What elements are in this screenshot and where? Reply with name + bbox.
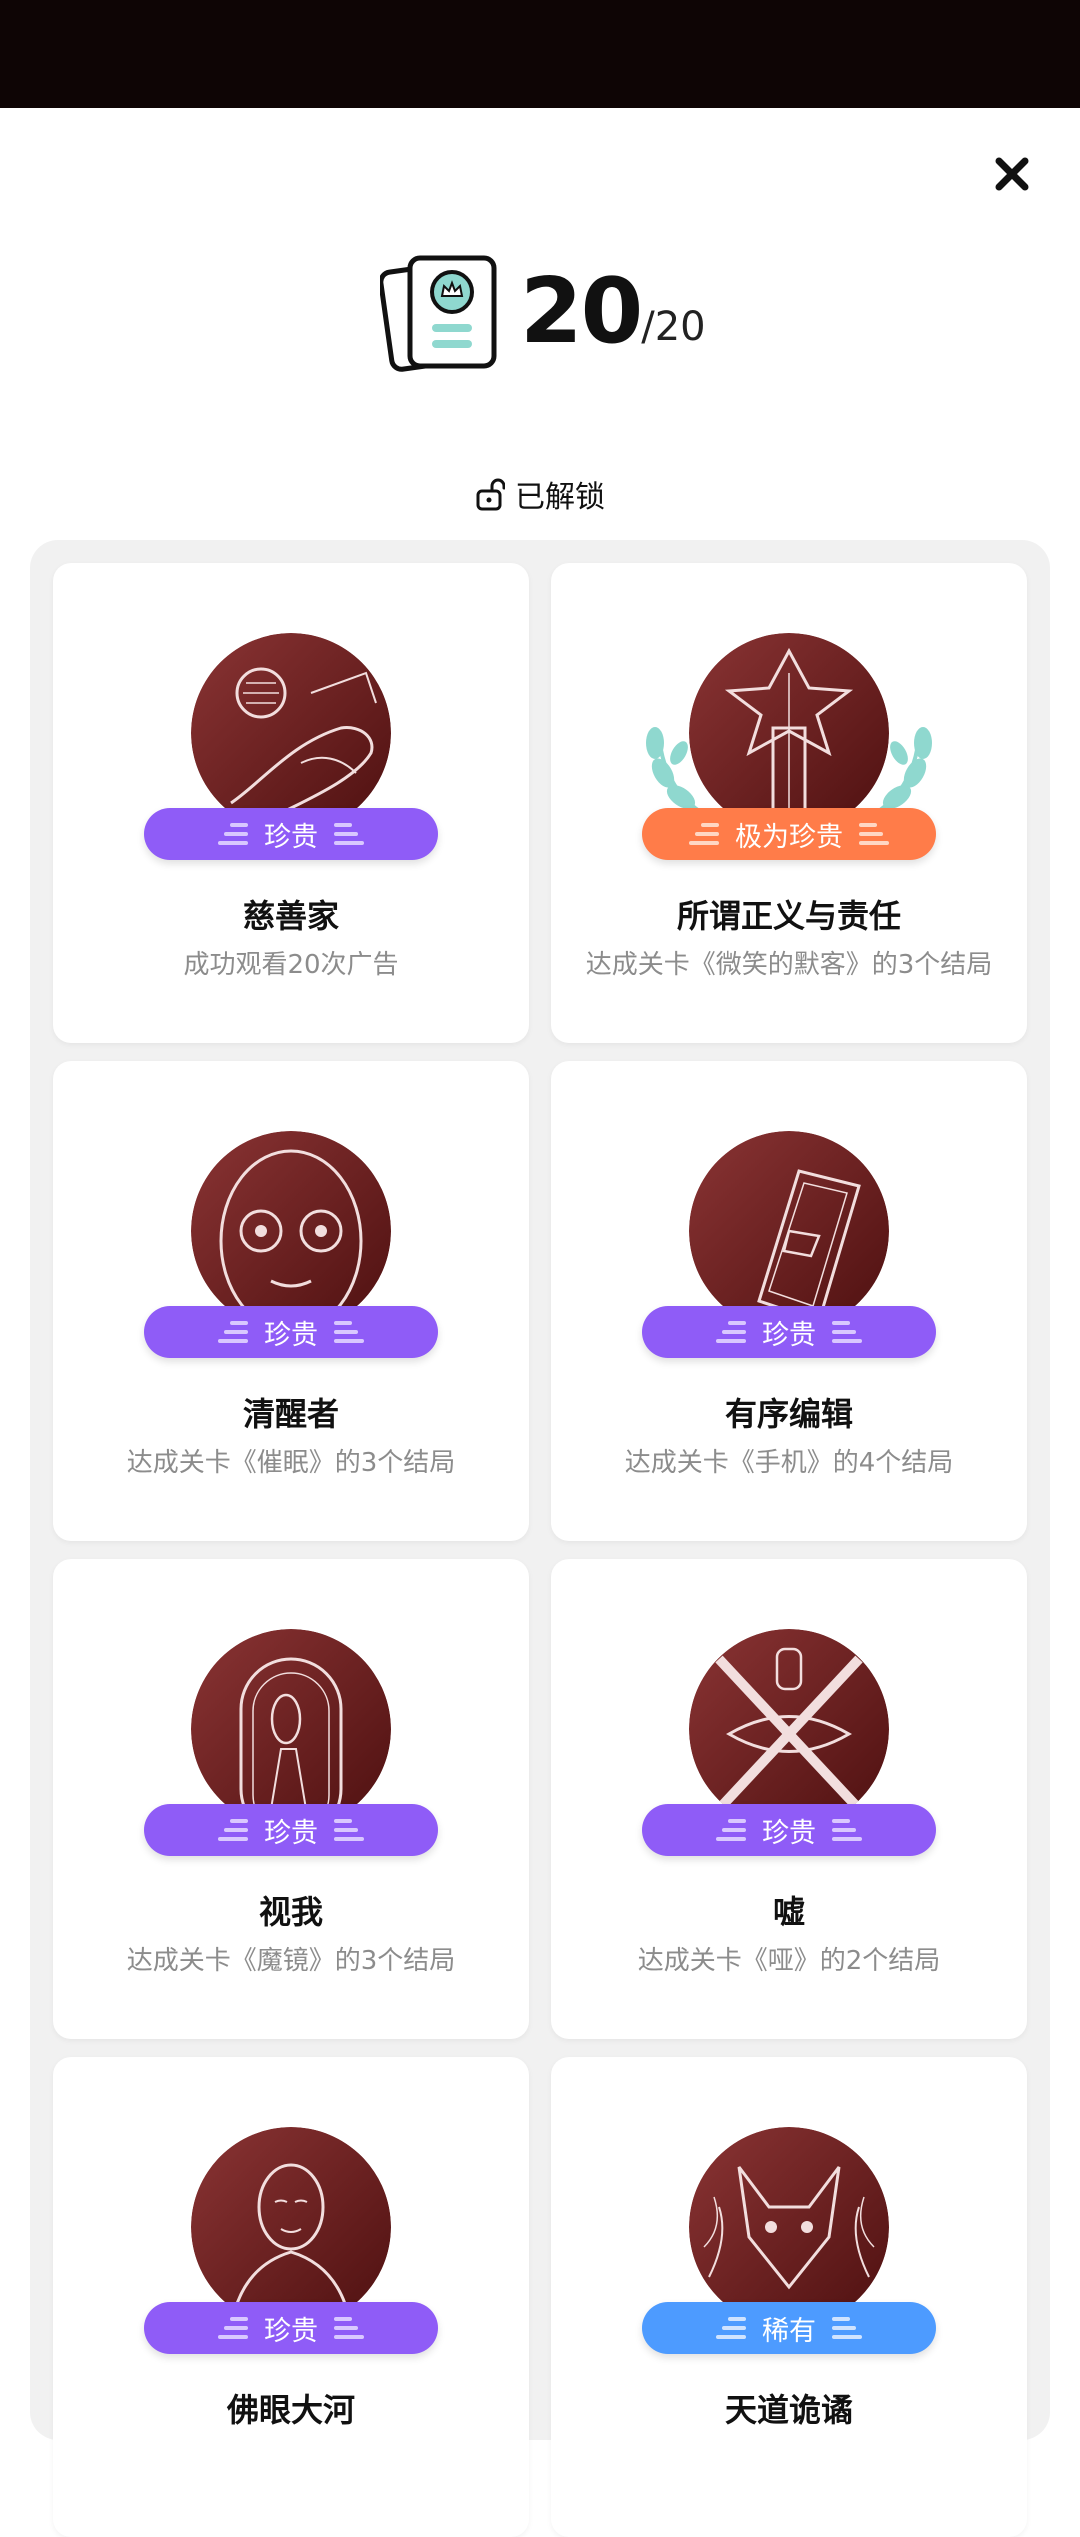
fox-icon bbox=[689, 2127, 889, 2327]
buddha-icon bbox=[191, 2127, 391, 2327]
achievement-title: 视我 bbox=[258, 1893, 323, 1931]
achievement-card[interactable]: 稀有 天道诡谲 bbox=[551, 2057, 1027, 2537]
rarity-label: 珍贵 bbox=[264, 821, 318, 853]
rarity-badge: 珍贵 bbox=[642, 1804, 936, 1856]
achievement-counter: 20 /20 bbox=[380, 252, 706, 372]
rarity-badge: 珍贵 bbox=[144, 1306, 438, 1358]
stripes-icon bbox=[832, 1819, 862, 1841]
achievement-description: 达成关卡《微笑的默客》的3个结局 bbox=[585, 950, 993, 980]
rarity-label: 珍贵 bbox=[264, 2315, 318, 2347]
achievement-card[interactable]: 极为珍贵 所谓正义与责任 达成关卡《微笑的默客》的3个结局 bbox=[551, 563, 1027, 1043]
stripes-icon bbox=[832, 1321, 862, 1343]
achievement-description: 达成关卡《魔镜》的3个结局 bbox=[126, 1946, 456, 1976]
achievement-description: 成功观看20次广告 bbox=[183, 950, 399, 980]
achievement-description: 达成关卡《催眠》的3个结局 bbox=[126, 1448, 456, 1478]
stripes-icon bbox=[832, 2317, 862, 2339]
unlocked-section-label: 已解锁 bbox=[0, 472, 1080, 516]
unlocked-label-text: 已解锁 bbox=[515, 480, 605, 515]
stripes-icon bbox=[334, 823, 364, 845]
achievement-description: 达成关卡《手机》的4个结局 bbox=[624, 1448, 954, 1478]
crossed-lips-icon bbox=[689, 1629, 889, 1829]
achievement-title: 所谓正义与责任 bbox=[676, 897, 901, 935]
achievement-card[interactable]: 珍贵 有序编辑 达成关卡《手机》的4个结局 bbox=[551, 1061, 1027, 1541]
stripes-icon bbox=[218, 2317, 248, 2339]
unlock-icon bbox=[476, 478, 505, 511]
achievement-description: 达成关卡《哑》的2个结局 bbox=[637, 1946, 941, 1976]
rarity-label: 稀有 bbox=[762, 2315, 816, 2347]
achievement-card[interactable]: 珍贵 清醒者 达成关卡《催眠》的3个结局 bbox=[53, 1061, 529, 1541]
achievement-title: 嘘 bbox=[772, 1893, 805, 1931]
stripes-icon bbox=[716, 2317, 746, 2339]
stripes-icon bbox=[716, 1321, 746, 1343]
stripes-icon bbox=[334, 1819, 364, 1841]
rarity-label: 珍贵 bbox=[264, 1319, 318, 1351]
close-icon bbox=[995, 157, 1029, 191]
achievement-title: 佛眼大河 bbox=[226, 2391, 355, 2429]
mirror-icon bbox=[191, 1629, 391, 1829]
rarity-badge: 珍贵 bbox=[144, 808, 438, 860]
rarity-label: 珍贵 bbox=[762, 1319, 816, 1351]
close-button[interactable] bbox=[988, 150, 1036, 198]
achievement-grid: 珍贵 慈善家 成功观看20次广告 极为珍贵 所谓正义与责任 达成关卡《微笑的默客… bbox=[30, 540, 1050, 2537]
sword-icon bbox=[689, 633, 889, 833]
achievement-card[interactable]: 珍贵 视我 达成关卡《魔镜》的3个结局 bbox=[53, 1559, 529, 2039]
achievement-title: 有序编辑 bbox=[724, 1395, 853, 1433]
achievement-title: 慈善家 bbox=[242, 897, 339, 935]
hand-moon-icon bbox=[191, 633, 391, 833]
stripes-icon bbox=[334, 1321, 364, 1343]
achievement-card[interactable]: 珍贵 佛眼大河 bbox=[53, 2057, 529, 2537]
stripes-icon bbox=[334, 2317, 364, 2339]
stripes-icon bbox=[859, 823, 889, 845]
achievement-card[interactable]: 珍贵 嘘 达成关卡《哑》的2个结局 bbox=[551, 1559, 1027, 2039]
rarity-label: 珍贵 bbox=[264, 1817, 318, 1849]
cards-icon bbox=[380, 255, 497, 372]
rarity-badge: 珍贵 bbox=[144, 1804, 438, 1856]
rarity-badge: 稀有 bbox=[642, 2302, 936, 2354]
achievement-title: 清醒者 bbox=[242, 1395, 339, 1433]
stripes-icon bbox=[218, 1819, 248, 1841]
rarity-badge: 珍贵 bbox=[642, 1306, 936, 1358]
stripes-icon bbox=[218, 823, 248, 845]
stripes-icon bbox=[716, 1819, 746, 1841]
rarity-badge: 极为珍贵 bbox=[642, 808, 936, 860]
phone-icon bbox=[689, 1131, 889, 1331]
rarity-label: 极为珍贵 bbox=[735, 821, 843, 853]
achievement-title: 天道诡谲 bbox=[724, 2391, 853, 2429]
unlocked-count: 20 bbox=[520, 259, 643, 364]
stripes-icon bbox=[218, 1321, 248, 1343]
face-icon bbox=[191, 1131, 391, 1331]
status-bar bbox=[0, 0, 1080, 108]
stripes-icon bbox=[689, 823, 719, 845]
achievement-card[interactable]: 珍贵 慈善家 成功观看20次广告 bbox=[53, 563, 529, 1043]
rarity-label: 珍贵 bbox=[762, 1817, 816, 1849]
total-count: /20 bbox=[641, 304, 706, 350]
rarity-badge: 珍贵 bbox=[144, 2302, 438, 2354]
